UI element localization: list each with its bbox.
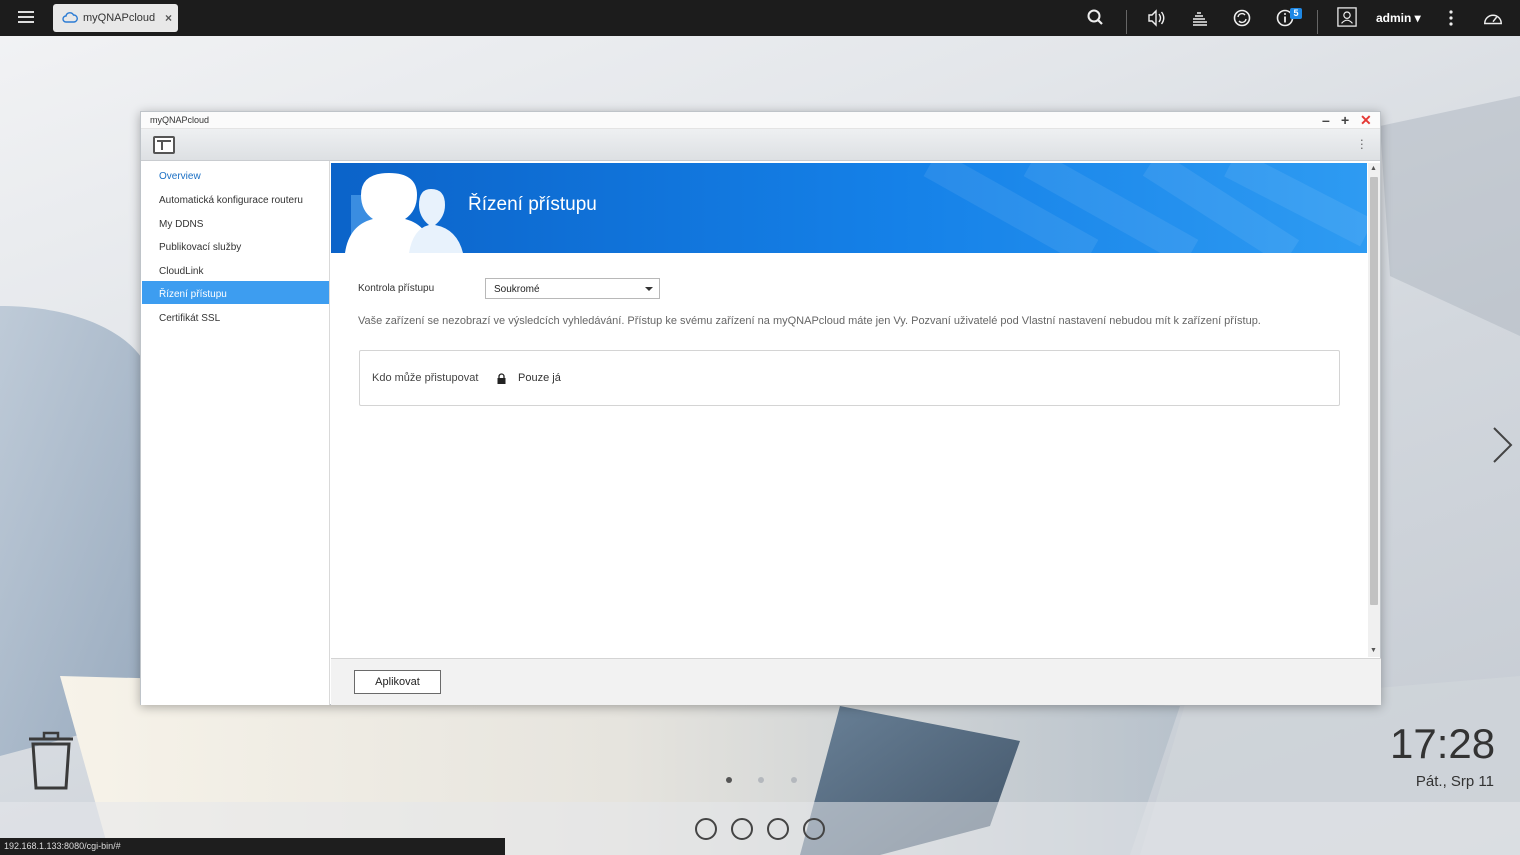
chevron-down-icon [645, 287, 653, 291]
myqnapcloud-window: myQNAPcloud – + ✕ · · · Overview Automatic… [140, 111, 1381, 705]
scroll-thumb[interactable] [1370, 177, 1378, 605]
menu-icon-line [18, 16, 34, 18]
sidebar-item-cloudlink[interactable]: CloudLink [142, 258, 329, 281]
page-dot-3[interactable] [791, 777, 797, 783]
next-page-icon[interactable] [1489, 425, 1515, 465]
window-toolbar: · · · [141, 129, 1380, 161]
user-menu[interactable]: admin ▾ [1376, 11, 1421, 25]
sidebar-item-my-ddns[interactable]: My DDNS [142, 211, 329, 234]
maximize-button[interactable]: + [1341, 112, 1349, 128]
trash-icon[interactable] [27, 730, 75, 790]
apply-button[interactable]: Aplikovat [354, 670, 441, 694]
access-description: Vaše zařízení se nezobrazí ve výsledcích… [358, 315, 1261, 327]
who-can-access-panel: Kdo může přistupovat Pouze já [359, 350, 1340, 406]
page-title: Řízení přístupu [468, 194, 597, 215]
scroll-up-icon[interactable]: ▲ [1370, 165, 1377, 172]
sidebar-item-router-config[interactable]: Automatická konfigurace routeru [142, 187, 329, 210]
scroll-down-icon[interactable]: ▼ [1370, 647, 1377, 654]
sidebar-item-overview[interactable]: Overview [142, 163, 329, 186]
notification-badge: 5 [1290, 8, 1302, 19]
more-options-icon[interactable] [1440, 8, 1462, 28]
window-footer: Aplikovat [331, 658, 1381, 705]
access-control-select[interactable]: Soukromé [485, 278, 660, 299]
dashboard-icon[interactable] [1482, 8, 1504, 28]
who-can-access-value: Pouze já [518, 372, 561, 384]
tab-myqnapcloud[interactable]: myQNAPcloud × [53, 4, 178, 32]
access-control-value: Soukromé [494, 284, 540, 295]
close-button[interactable]: ✕ [1360, 112, 1372, 128]
desktop-clock: 17:28 [1390, 720, 1496, 767]
tab-close-button[interactable]: × [165, 11, 172, 25]
top-bar: myQNAPcloud × 5 admin ▾ [0, 0, 1520, 36]
background-tasks-icon[interactable] [1189, 8, 1211, 28]
volume-icon[interactable] [1146, 8, 1168, 28]
content-scrollbar[interactable]: ▲ ▼ [1368, 163, 1380, 657]
sync-icon[interactable] [1231, 8, 1253, 28]
search-icon[interactable] [1085, 8, 1107, 28]
page-dot-1[interactable] [726, 777, 732, 783]
control-panel-dock-icon[interactable] [731, 818, 753, 840]
browser-status-bar: 192.168.1.133:8080/cgi-bin/# [0, 838, 505, 855]
help-center-dock-icon[interactable] [767, 818, 789, 840]
main-content: Řízení přístupu Kontrola přístupu Soukro… [331, 161, 1367, 658]
myqnapcloud-dock-icon[interactable] [695, 818, 717, 840]
window-more-icon[interactable]: · · · [1360, 133, 1364, 154]
desktop-date: Pát., Srp 11 [1415, 773, 1494, 790]
toggle-sidebar-icon[interactable] [153, 136, 175, 154]
user-avatar-icon[interactable] [1336, 7, 1358, 27]
window-title: myQNAPcloud [150, 115, 210, 125]
sidebar-item-publish-services[interactable]: Publikovací služby [142, 234, 329, 257]
access-control-label: Kontrola přístupu [358, 283, 435, 294]
minimize-button[interactable]: – [1322, 112, 1330, 128]
sidebar: Overview Automatická konfigurace routeru… [141, 161, 330, 705]
status-url: 192.168.1.133:8080/cgi-bin/# [4, 841, 121, 851]
separator [1126, 10, 1127, 34]
menu-icon-line [18, 11, 34, 13]
page-banner: Řízení přístupu [331, 163, 1367, 253]
page-dot-2[interactable] [758, 777, 764, 783]
cloud-icon [62, 12, 78, 23]
main-menu-button[interactable] [18, 6, 48, 30]
lock-icon [497, 373, 506, 384]
menu-icon-line [18, 21, 34, 23]
who-can-access-label: Kdo může přistupovat [372, 372, 479, 384]
window-title-bar[interactable]: myQNAPcloud – + ✕ [141, 112, 1380, 129]
notes-dock-icon[interactable] [803, 818, 825, 840]
sidebar-item-access-control[interactable]: Řízení přístupu [142, 281, 329, 304]
separator [1317, 10, 1318, 34]
sidebar-item-ssl-certificate[interactable]: Certifikát SSL [142, 305, 329, 328]
tab-label: myQNAPcloud [83, 12, 156, 24]
